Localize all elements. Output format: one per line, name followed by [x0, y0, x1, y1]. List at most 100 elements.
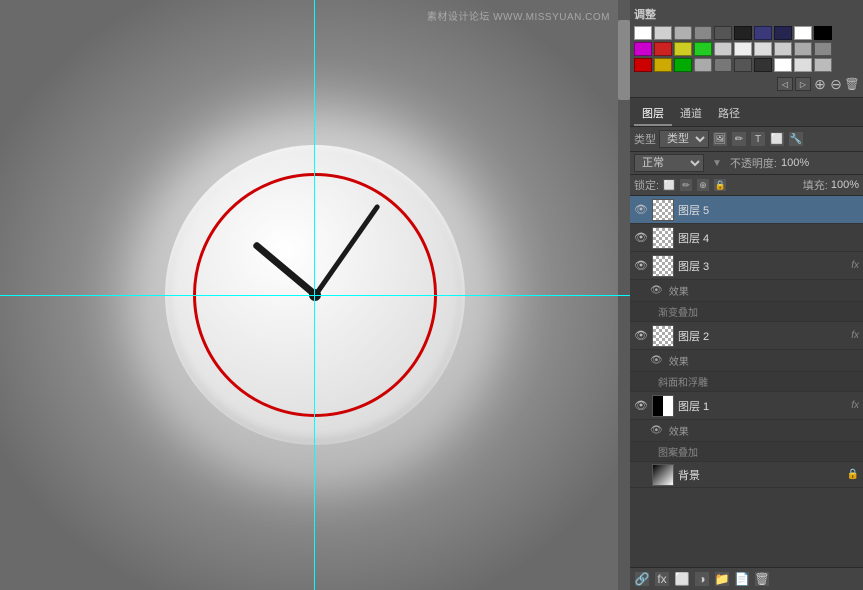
canvas-scrollbar-thumb[interactable]: [618, 20, 630, 100]
filter-icon-3[interactable]: T: [750, 131, 766, 147]
background-lock-icon: 🔒: [847, 469, 859, 480]
layer-item-1[interactable]: 👁 图层 1 fx: [630, 392, 863, 420]
swatch[interactable]: [794, 58, 812, 72]
delete-layer-icon[interactable]: 🗑: [754, 571, 770, 587]
panel-icon-btn[interactable]: ⊕: [813, 77, 827, 91]
swatch[interactable]: [794, 26, 812, 40]
lock-icon-transparent[interactable]: ⬜: [662, 178, 676, 192]
layer-effect-1[interactable]: 👁 效果: [630, 420, 863, 442]
lock-icon-position[interactable]: ⊕: [696, 178, 710, 192]
swatch[interactable]: [634, 58, 652, 72]
swatch[interactable]: [734, 58, 752, 72]
link-layers-icon[interactable]: 🔗: [634, 571, 650, 587]
layer-item-4[interactable]: 👁 图层 4: [630, 224, 863, 252]
panel-icon-btn[interactable]: ▷: [795, 77, 811, 91]
swatch[interactable]: [674, 58, 692, 72]
filter-type-select[interactable]: 类型: [659, 130, 709, 148]
effect-label-1: 效果: [669, 423, 689, 438]
layer-eye-bg[interactable]: 👁: [634, 468, 648, 482]
swatch[interactable]: [674, 42, 692, 56]
filter-icon-2[interactable]: ✏: [731, 131, 747, 147]
swatch[interactable]: [694, 58, 712, 72]
swatch[interactable]: [714, 42, 732, 56]
lock-fill-row: 锁定: ⬜ ✏ ⊕ 🔒 填充: 100%: [630, 175, 863, 196]
swatch[interactable]: [774, 58, 792, 72]
layer-eye-4[interactable]: 👁: [634, 231, 648, 245]
add-mask-icon[interactable]: ⬜: [674, 571, 690, 587]
lock-icon-all[interactable]: 🔒: [713, 178, 727, 192]
swatch[interactable]: [654, 26, 672, 40]
crosshair-horizontal: [0, 295, 630, 296]
layers-section: 图层 通道 路径 类型 类型 🖼 ✏ T ⬜ 🔧 正常 ▼ 不透明度: 100%: [630, 98, 863, 590]
filter-icon-5[interactable]: 🔧: [788, 131, 804, 147]
panel-icon-btn[interactable]: 🗑: [845, 77, 859, 91]
canvas-area: 素材设计论坛 WWW.MISSYUAN.COM: [0, 0, 630, 590]
fx-eye-icon-1[interactable]: 👁: [650, 425, 663, 436]
layer-thumb-3: [652, 255, 674, 277]
panel-icon-btn[interactable]: ⊖: [829, 77, 843, 91]
layer-effect-bevel-2[interactable]: 斜面和浮雕: [630, 372, 863, 392]
add-style-icon[interactable]: fx: [654, 571, 670, 587]
layer-item-5[interactable]: 👁 图层 5: [630, 196, 863, 224]
tab-paths[interactable]: 路径: [710, 102, 748, 126]
swatch[interactable]: [754, 26, 772, 40]
fx-eye-icon-2[interactable]: 👁: [650, 355, 663, 366]
new-fill-layer-icon[interactable]: ◑: [694, 571, 710, 587]
swatch[interactable]: [774, 42, 792, 56]
swatch[interactable]: [674, 26, 692, 40]
swatch[interactable]: [814, 26, 832, 40]
fill-value: 100%: [831, 179, 859, 191]
panel-icon-btn[interactable]: ◁: [777, 77, 793, 91]
layer-effect-gradient-3[interactable]: 渐变叠加: [630, 302, 863, 322]
swatch[interactable]: [794, 42, 812, 56]
swatch[interactable]: [814, 58, 832, 72]
filter-icon-1[interactable]: 🖼: [712, 131, 728, 147]
layers-filter-toolbar: 类型 类型 🖼 ✏ T ⬜ 🔧: [630, 127, 863, 152]
swatch[interactable]: [714, 26, 732, 40]
blend-mode-select[interactable]: 正常: [634, 154, 704, 172]
new-layer-icon[interactable]: 📄: [734, 571, 750, 587]
fx-eye-icon-3[interactable]: 👁: [650, 285, 663, 296]
layer-name-4: 图层 4: [678, 230, 859, 246]
lock-icon-brush[interactable]: ✏: [679, 178, 693, 192]
layer-eye-3[interactable]: 👁: [634, 259, 648, 273]
swatch[interactable]: [654, 42, 672, 56]
swatch[interactable]: [754, 42, 772, 56]
filter-label: 类型: [634, 131, 656, 147]
swatch[interactable]: [634, 42, 652, 56]
swatch[interactable]: [634, 26, 652, 40]
background-layer[interactable]: 👁 背景 🔒: [630, 462, 863, 488]
swatch[interactable]: [814, 42, 832, 56]
opacity-label: 不透明度:: [730, 155, 777, 171]
swatch[interactable]: [654, 58, 672, 72]
tab-layers[interactable]: 图层: [634, 102, 672, 126]
swatch[interactable]: [754, 58, 772, 72]
swatch[interactable]: [734, 42, 752, 56]
layer-effect-pattern-1[interactable]: 图案叠加: [630, 442, 863, 462]
layer-effect-3[interactable]: 👁 效果: [630, 280, 863, 302]
layers-bottom-toolbar: 🔗 fx ⬜ ◑ 📁 📄 🗑: [630, 567, 863, 590]
swatch[interactable]: [714, 58, 732, 72]
swatches-row-2: [634, 42, 859, 56]
layer-eye-5[interactable]: 👁: [634, 203, 648, 217]
layer-eye-1[interactable]: 👁: [634, 399, 648, 413]
right-panel: 调整: [630, 0, 863, 590]
new-group-icon[interactable]: 📁: [714, 571, 730, 587]
layer-item-2[interactable]: 👁 图层 2 fx: [630, 322, 863, 350]
swatches-section: 调整: [630, 0, 863, 98]
effect-label-2: 效果: [669, 353, 689, 368]
swatch[interactable]: [694, 42, 712, 56]
swatch[interactable]: [774, 26, 792, 40]
layer-item-3[interactable]: 👁 图层 3 fx: [630, 252, 863, 280]
swatch[interactable]: [734, 26, 752, 40]
layer-effect-2[interactable]: 👁 效果: [630, 350, 863, 372]
swatch[interactable]: [694, 26, 712, 40]
layer-eye-2[interactable]: 👁: [634, 329, 648, 343]
layer-name-3: 图层 3: [678, 258, 847, 274]
filter-icon-4[interactable]: ⬜: [769, 131, 785, 147]
panel-icons-row: ◁ ▷ ⊕ ⊖ 🗑: [634, 74, 859, 93]
tab-channels[interactable]: 通道: [672, 102, 710, 126]
swatches-row-3: [634, 58, 859, 72]
layers-list: 👁 图层 5 👁 图层 4 👁 图层 3 fx 👁 效果: [630, 196, 863, 567]
effect-label-3: 效果: [669, 283, 689, 298]
